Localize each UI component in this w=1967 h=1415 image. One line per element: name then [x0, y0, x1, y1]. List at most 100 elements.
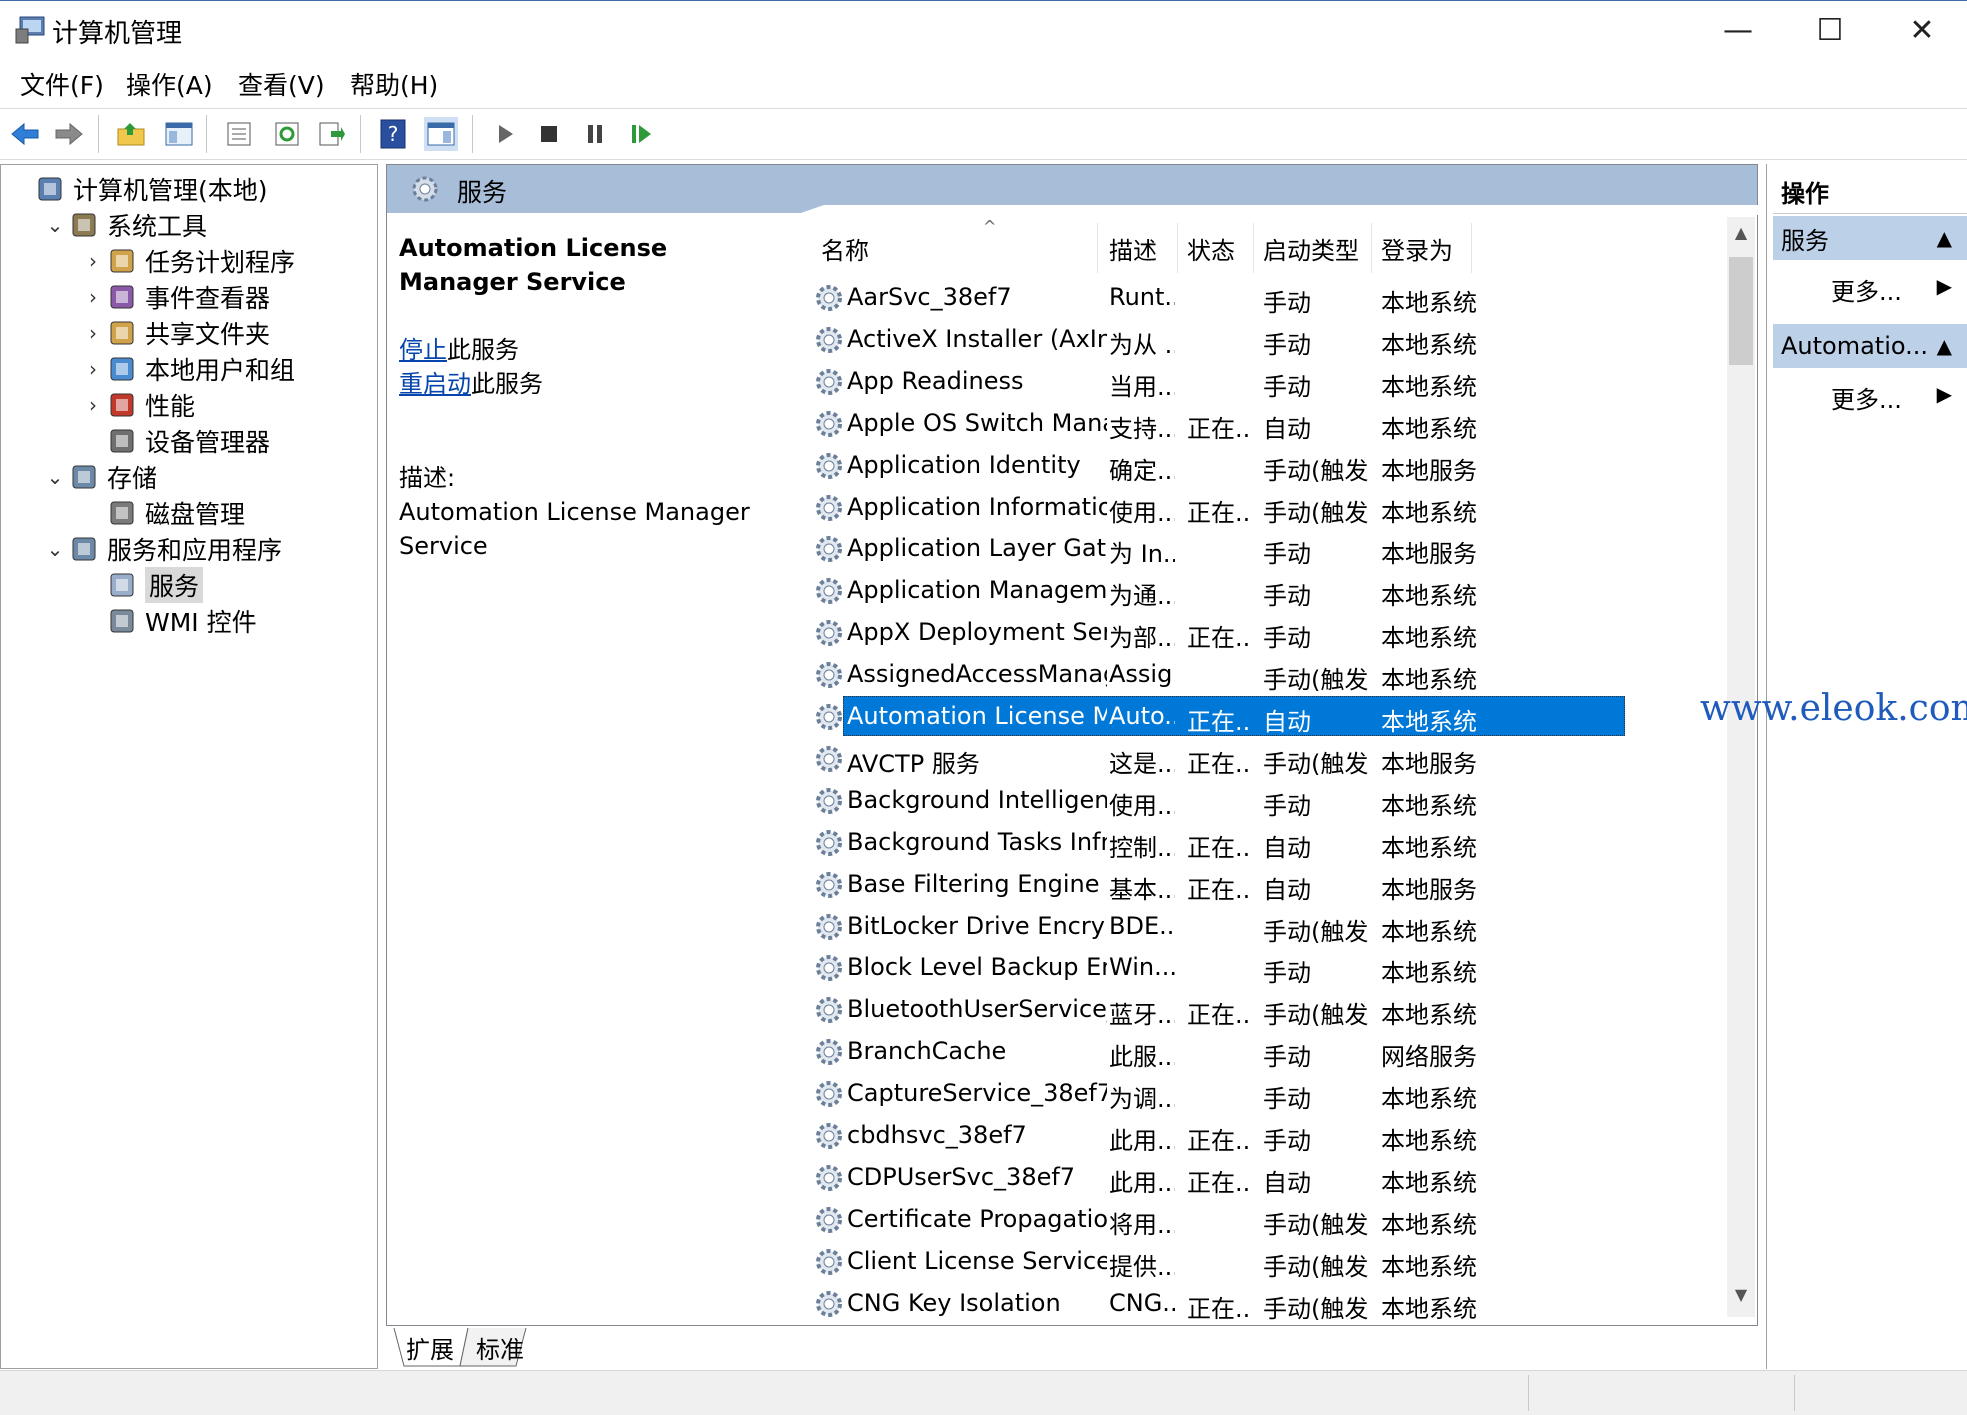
expand-chevron-icon[interactable]: ›: [79, 393, 107, 417]
tree-disk-management[interactable]: 磁盘管理: [79, 495, 245, 531]
export-icon[interactable]: [314, 117, 348, 151]
service-row[interactable]: Automation License Mana...Auto... 正在... 自动…: [811, 696, 1711, 738]
service-row[interactable]: Certificate Propagation将用... 手动(触发... 本地系统: [811, 1199, 1711, 1241]
tree-wmi-control[interactable]: WMI 控件: [79, 603, 257, 639]
refresh-icon[interactable]: [270, 117, 304, 151]
menu-action[interactable]: 操作(A): [126, 66, 213, 102]
properties-icon[interactable]: [222, 117, 256, 151]
restart-service-link[interactable]: 重启动: [399, 370, 471, 398]
service-description: 当用...: [1109, 372, 1175, 401]
column-status[interactable]: 状态: [1187, 231, 1235, 266]
scroll-down-icon[interactable]: ▼: [1727, 1281, 1755, 1309]
back-icon[interactable]: [8, 117, 42, 151]
show-action-pane-icon[interactable]: [424, 117, 458, 151]
service-row[interactable]: AssignedAccessManager ...Assig... 手动(触发..…: [811, 654, 1711, 696]
tree-storage[interactable]: ⌄ 存储: [41, 459, 157, 495]
column-startup-type[interactable]: 启动类型: [1263, 231, 1359, 266]
minimize-button[interactable]: —: [1692, 1, 1784, 59]
service-row[interactable]: AppX Deployment Service ...为部... 正在... 手动 本…: [811, 612, 1711, 654]
expand-chevron-icon[interactable]: ›: [79, 249, 107, 273]
service-gear-icon: [816, 494, 842, 521]
pause-icon[interactable]: [578, 117, 612, 151]
service-startup-type: 手动: [1263, 540, 1311, 569]
service-description: Win...: [1109, 953, 1175, 982]
column-description[interactable]: 描述: [1109, 231, 1157, 266]
service-row[interactable]: AVCTP 服务 这是... 正在... 手动(触发... 本地服务: [811, 738, 1711, 780]
menu-file[interactable]: 文件(F): [20, 66, 104, 102]
service-row[interactable]: CDPUserSvc_38ef7 此用... 正在... 自动 本地系统: [811, 1157, 1711, 1199]
play-icon[interactable]: [488, 117, 522, 151]
stop-service-link[interactable]: 停止: [399, 336, 447, 364]
service-row[interactable]: Apple OS Switch Manager支持... 正在... 自动 本地系统: [811, 403, 1711, 445]
collapse-up-icon[interactable]: ▲: [1937, 226, 1952, 250]
vertical-scrollbar[interactable]: ▲ ▼: [1727, 217, 1755, 1317]
service-startup-type: 手动: [1263, 1127, 1311, 1155]
tab-extended[interactable]: 扩展: [406, 1330, 454, 1365]
service-row[interactable]: Application Management为通... 手动 本地系统: [811, 570, 1711, 612]
service-row[interactable]: CaptureService_38ef7 为调... 手动 本地系统: [811, 1073, 1711, 1115]
expand-chevron-icon[interactable]: ›: [79, 321, 107, 345]
collapse-up-icon[interactable]: ▲: [1937, 334, 1952, 358]
tree-label: 磁盘管理: [145, 500, 246, 529]
actions-more-selected[interactable]: 更多... ▶: [1767, 376, 1967, 416]
service-log-on-as: 本地服务: [1381, 456, 1477, 485]
maximize-button[interactable]: ☐: [1784, 1, 1876, 59]
service-row[interactable]: ActiveX Installer (AxInstSV)为从 ... 手动 本地系统: [811, 319, 1711, 361]
tree-local-users[interactable]: › 本地用户和组: [79, 351, 295, 387]
tree-performance[interactable]: › 性能: [79, 387, 195, 423]
tree-computer-management[interactable]: 计算机管理(本地): [7, 171, 268, 207]
show-tree-icon[interactable]: [162, 117, 196, 151]
service-row[interactable]: Background Tasks Infrastru...控制... 正在... 自…: [811, 822, 1711, 864]
tree-system-tools[interactable]: ⌄ 系统工具: [41, 207, 207, 243]
column-name[interactable]: 名称: [821, 231, 869, 266]
service-startup-type: 自动: [1263, 1168, 1311, 1197]
tree-services-apps[interactable]: ⌄ 服务和应用程序: [41, 531, 282, 567]
menu-view[interactable]: 查看(V): [238, 66, 325, 102]
service-row[interactable]: Base Filtering Engine 基本... 正在... 自动 本地服务: [811, 864, 1711, 906]
service-row[interactable]: CNG Key Isolation CNG... 正在... 手动(触发... 本地系统: [811, 1283, 1711, 1325]
service-row[interactable]: BranchCache 此服... 手动 网络服务: [811, 1031, 1711, 1073]
column-log-on-as[interactable]: 登录为: [1381, 231, 1453, 266]
service-row[interactable]: Background Intelligent Tra...使用... 手动 本地系统: [811, 780, 1711, 822]
tree-task-scheduler[interactable]: › 任务计划程序: [79, 243, 295, 279]
tree-shared-folders[interactable]: › 共享文件夹: [79, 315, 270, 351]
service-row[interactable]: Application Layer Gateway ...为 In... 手动 本地…: [811, 528, 1711, 570]
expand-chevron-icon[interactable]: ›: [79, 357, 107, 381]
scrollbar-thumb[interactable]: [1729, 257, 1753, 365]
collapse-chevron-icon[interactable]: ⌄: [41, 213, 69, 237]
service-startup-type: 手动: [1263, 959, 1311, 988]
expand-chevron-icon[interactable]: ›: [79, 285, 107, 309]
service-row[interactable]: AarSvc_38ef7 Runt... 手动 本地系统: [811, 277, 1711, 319]
svg-text:?: ?: [388, 122, 399, 146]
service-row[interactable]: Client License Service (Clip...提供... 手动(触…: [811, 1241, 1711, 1283]
service-log-on-as: 本地系统: [1381, 498, 1477, 527]
tree-services[interactable]: 服务: [79, 567, 204, 603]
service-row[interactable]: Application Identity 确定... 手动(触发... 本地服务: [811, 445, 1711, 487]
service-startup-type: 手动: [1263, 582, 1311, 611]
actions-more-services[interactable]: 更多... ▶: [1767, 268, 1967, 308]
service-row[interactable]: BluetoothUserService_38ef7蓝牙... 正在... 手动(触…: [811, 989, 1711, 1031]
scroll-up-icon[interactable]: ▲: [1727, 219, 1755, 247]
service-row[interactable]: Application Information使用... 正在... 手动(触发..…: [811, 487, 1711, 529]
service-log-on-as: 本地系统: [1381, 791, 1477, 820]
stop-icon[interactable]: [532, 117, 566, 151]
forward-icon[interactable]: [52, 117, 86, 151]
collapse-chevron-icon[interactable]: ⌄: [41, 537, 69, 561]
service-row[interactable]: Block Level Backup Engine ...Win... 手动 本地系…: [811, 947, 1711, 989]
collapse-chevron-icon[interactable]: ⌄: [41, 465, 69, 489]
service-startup-type: 自动: [1263, 414, 1311, 443]
service-row[interactable]: App Readiness 当用... 手动 本地系统: [811, 361, 1711, 403]
resume-icon[interactable]: [624, 117, 658, 151]
service-log-on-as: 本地系统: [1381, 833, 1477, 862]
tree-device-manager[interactable]: 设备管理器: [79, 423, 270, 459]
tree-event-viewer[interactable]: › 事件查看器: [79, 279, 270, 315]
menu-help[interactable]: 帮助(H): [350, 66, 438, 102]
service-row[interactable]: BitLocker Drive Encryption ...BDE... 手动(触…: [811, 906, 1711, 948]
help-icon[interactable]: ?: [376, 117, 410, 151]
actions-section-services[interactable]: 服务 ▲: [1773, 216, 1967, 260]
close-button[interactable]: ✕: [1876, 1, 1967, 59]
actions-section-selected[interactable]: Automatio... ▲: [1773, 324, 1967, 368]
tab-standard[interactable]: 标准: [476, 1330, 524, 1365]
up-folder-icon[interactable]: [114, 117, 148, 151]
service-row[interactable]: cbdhsvc_38ef7 此用... 正在... 手动 本地系统: [811, 1115, 1711, 1157]
